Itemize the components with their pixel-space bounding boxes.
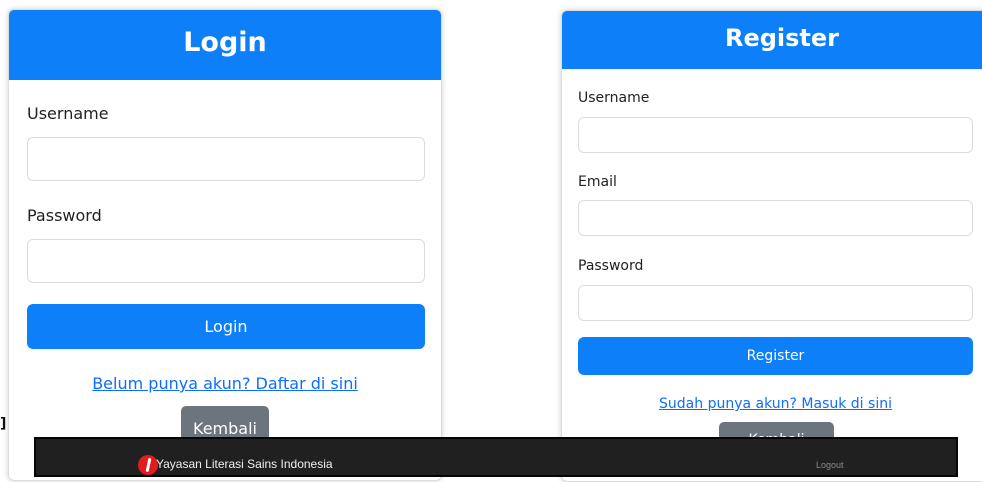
register-email-label: Email [578, 174, 617, 190]
register-password-input[interactable] [578, 285, 973, 321]
edge-mark: ] [0, 416, 7, 432]
login-card: Login Username Password Login Belum puny… [8, 9, 442, 481]
login-title: Login [183, 27, 267, 58]
register-title: Register [724, 24, 840, 52]
register-card: Register Username Email Password Registe… [561, 10, 982, 482]
login-card-header: Login [9, 10, 441, 80]
login-link[interactable]: Sudah punya akun? Masuk di sini [562, 396, 982, 412]
logout-link[interactable]: Logout [816, 460, 844, 470]
yayasan-logo-icon [138, 455, 158, 475]
login-username-label: Username [27, 104, 109, 123]
login-password-label: Password [27, 206, 102, 225]
register-username-input[interactable] [578, 117, 973, 153]
login-submit-button[interactable]: Login [27, 304, 425, 349]
register-username-label: Username [578, 90, 650, 106]
register-link[interactable]: Belum punya akun? Daftar di sini [9, 374, 441, 393]
register-card-header: Register [562, 11, 982, 69]
register-email-input[interactable] [578, 200, 973, 236]
footer-brand-name: Yayasan Literasi Sains Indonesia [156, 457, 333, 471]
register-password-label: Password [578, 258, 644, 274]
login-username-input[interactable] [27, 137, 425, 181]
login-password-input[interactable] [27, 239, 425, 283]
footer-bar: Yayasan Literasi Sains Indonesia Logout [34, 437, 958, 477]
register-submit-button[interactable]: Register [578, 337, 973, 375]
